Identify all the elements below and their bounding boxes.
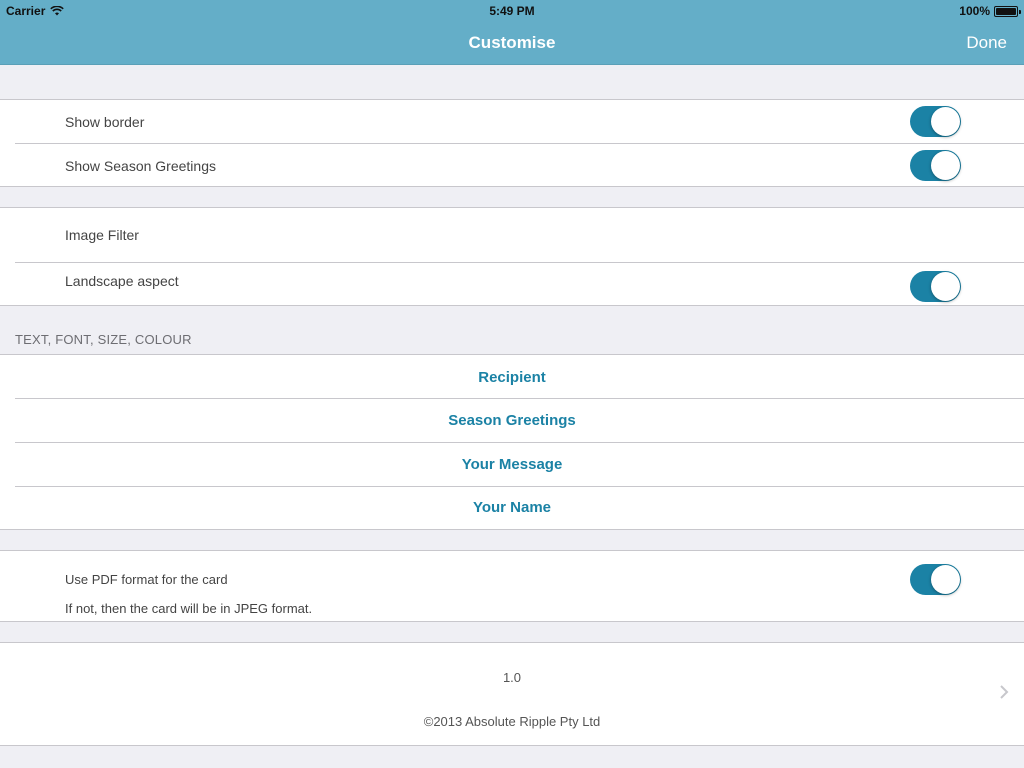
divider [15,442,1024,443]
version-label: 1.0 [502,670,522,685]
battery-percent: 100% [959,4,990,18]
your-name-button[interactable]: Your Name [0,499,1024,516]
show-border-label: Show border [65,114,145,130]
pdf-format-note: If not, then the card will be in JPEG fo… [65,601,313,616]
show-border-row: Show border [0,100,1024,143]
image-options-group: Image Filter Landscape aspect [0,207,1024,306]
your-message-button[interactable]: Your Message [0,456,1024,473]
battery-icon [994,5,1021,17]
show-greetings-toggle[interactable] [910,150,961,181]
landscape-label: Landscape aspect [65,273,179,289]
pdf-format-group: Use PDF format for the card If not, then… [0,550,1024,622]
chevron-right-icon [1000,685,1009,699]
text-section-header: TEXT, FONT, SIZE, COLOUR [15,332,192,347]
landscape-toggle[interactable] [910,271,961,302]
status-bar: Carrier 5:49 PM 100% [0,0,1024,22]
divider [15,486,1024,487]
show-greetings-row: Show Season Greetings [0,144,1024,187]
about-group[interactable]: 1.0 ©2013 Absolute Ripple Pty Ltd [0,642,1024,746]
season-greetings-button[interactable]: Season Greetings [0,412,1024,429]
show-border-toggle[interactable] [910,106,961,137]
pdf-format-toggle[interactable] [910,564,961,595]
pdf-format-label: Use PDF format for the card [65,572,228,587]
navigation-bar: Carrier 5:49 PM 100% Customise Done [0,0,1024,65]
image-filter-label: Image Filter [65,227,139,243]
text-options-group: Recipient Season Greetings Your Message … [0,354,1024,530]
image-filter-row[interactable]: Image Filter [0,208,1024,262]
landscape-row: Landscape aspect [0,263,1024,306]
copyright-label: ©2013 Absolute Ripple Pty Ltd [423,714,601,729]
recipient-button[interactable]: Recipient [0,369,1024,386]
battery-indicator: 100% [959,4,1021,18]
divider [15,398,1024,399]
status-time: 5:49 PM [489,4,535,18]
page-title: Customise [468,33,556,52]
show-greetings-label: Show Season Greetings [65,158,216,174]
display-options-group: Show border Show Season Greetings [0,99,1024,187]
done-button[interactable]: Done [966,33,1007,53]
